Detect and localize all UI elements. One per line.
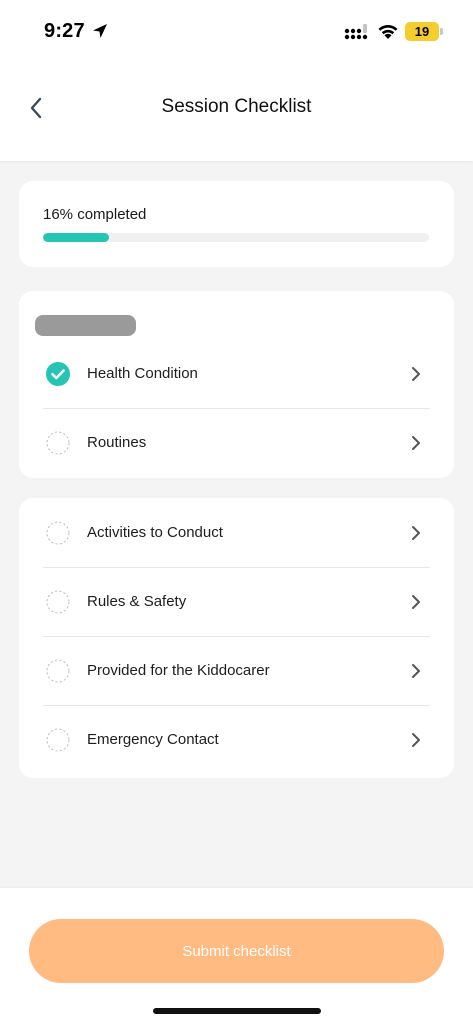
cellular-signal-icon xyxy=(344,24,368,40)
page-title: Session Checklist xyxy=(161,96,312,117)
status-time: 9:27 xyxy=(44,20,85,42)
checklist-item-provided-for-the-kiddocarer[interactable]: Provided for the Kiddocarer xyxy=(43,637,430,706)
checklist-item-label: Rules & Safety xyxy=(87,593,187,610)
home-indicator xyxy=(153,1008,321,1014)
top-bar: 9:27 19 Session Checklist xyxy=(0,0,473,161)
chevron-right-icon xyxy=(412,733,420,747)
chevron-right-icon xyxy=(412,436,420,450)
checklist-section-2: Activities to Conduct Rules & Safety Provi… xyxy=(19,498,454,778)
empty-circle-icon xyxy=(46,590,70,614)
checklist-item-label: Emergency Contact xyxy=(87,731,219,748)
chevron-right-icon xyxy=(412,367,420,381)
checklist-section-1: Health Condition Routines xyxy=(19,291,454,478)
empty-circle-icon xyxy=(46,521,70,545)
battery-cap xyxy=(440,28,443,35)
checklist-item-routines[interactable]: Routines xyxy=(43,409,430,478)
chevron-right-icon xyxy=(412,664,420,678)
checklist-item-activities-to-conduct[interactable]: Activities to Conduct xyxy=(43,499,430,568)
checklist-item-label: Activities to Conduct xyxy=(87,524,223,541)
battery-body: 19 xyxy=(405,22,439,41)
checklist-item-label: Health Condition xyxy=(87,365,198,382)
checklist-item-health-condition[interactable]: Health Condition xyxy=(43,340,430,409)
progress-bar xyxy=(43,233,429,242)
progress-card: 16% completed xyxy=(19,181,454,267)
progress-bar-fill xyxy=(43,233,109,242)
wifi-icon xyxy=(378,24,398,39)
battery-level: 19 xyxy=(414,24,430,39)
status-bar: 9:27 19 xyxy=(0,0,473,62)
chevron-right-icon xyxy=(412,595,420,609)
footer: Submit checklist xyxy=(0,888,473,1024)
location-arrow-icon xyxy=(93,24,107,38)
redacted-section-heading xyxy=(35,315,136,336)
empty-circle-icon xyxy=(46,431,70,455)
checklist-item-label: Routines xyxy=(87,434,147,451)
checklist-item-emergency-contact[interactable]: Emergency Contact xyxy=(43,706,430,775)
chevron-right-icon xyxy=(412,526,420,540)
checklist-item-rules-safety[interactable]: Rules & Safety xyxy=(43,568,430,637)
empty-circle-icon xyxy=(46,728,70,752)
checkmark-circle-icon xyxy=(46,362,70,386)
empty-circle-icon xyxy=(46,659,70,683)
checklist-item-label: Provided for the Kiddocarer xyxy=(87,662,270,679)
progress-label: 16% completed xyxy=(43,206,147,223)
submit-checklist-button[interactable]: Submit checklist xyxy=(29,919,444,983)
battery-icon: 19 xyxy=(405,22,443,41)
